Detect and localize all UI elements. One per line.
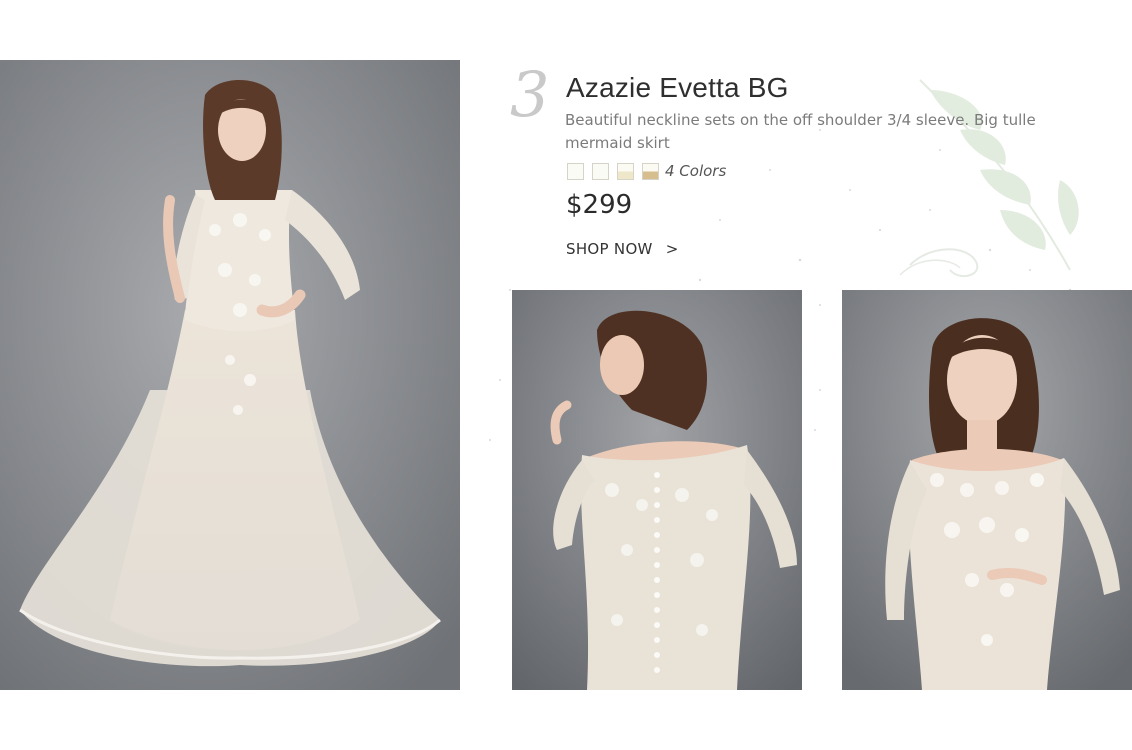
product-index-number: 3: [510, 58, 550, 131]
swatch-champagne[interactable]: [642, 162, 659, 180]
product-feature-section: 3 Azazie Evetta BG Beautiful neckline se…: [0, 0, 1132, 750]
color-swatches: 4 Colors: [567, 161, 726, 181]
dress-full-length-photo[interactable]: [0, 60, 460, 690]
swatch-ivory[interactable]: [617, 162, 634, 180]
dress-back-view-photo[interactable]: [512, 290, 802, 690]
shop-now-label: SHOP NOW: [566, 240, 653, 258]
swatch-white[interactable]: [567, 162, 584, 180]
chevron-right-icon: >: [665, 240, 679, 258]
product-title[interactable]: Azazie Evetta BG: [566, 72, 789, 104]
dress-front-bodice-photo[interactable]: [842, 290, 1132, 690]
color-count-label: 4 Colors: [665, 162, 727, 180]
swatch-diamond-white[interactable]: [592, 162, 609, 180]
product-price: $299: [566, 190, 633, 220]
product-description: Beautiful neckline sets on the off shoul…: [565, 111, 1036, 152]
shop-now-link[interactable]: SHOP NOW >: [566, 240, 679, 258]
leaf-decoration: [899, 79, 1079, 278]
